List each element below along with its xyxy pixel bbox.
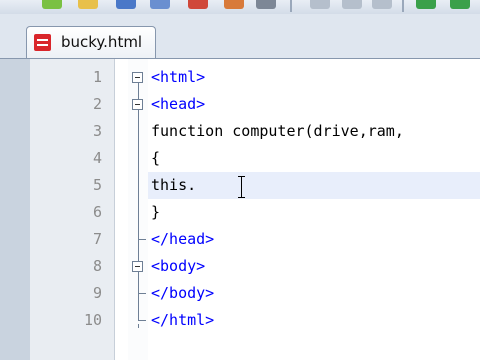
copy-icon[interactable]: [342, 0, 362, 9]
line-number: 2: [92, 95, 102, 113]
toolbar: [0, 0, 480, 15]
tab-bar: bucky.html: [0, 14, 480, 59]
code-line[interactable]: <head>: [151, 91, 205, 118]
line-number: 4: [92, 149, 102, 167]
fold-line: [138, 324, 139, 328]
code-line[interactable]: this.: [151, 172, 196, 199]
fold-toggle-html[interactable]: [132, 72, 143, 83]
line-number: 8: [92, 257, 102, 275]
fold-end-marker: [138, 320, 146, 321]
fold-end-marker: [138, 293, 146, 294]
open-file-icon[interactable]: [78, 0, 98, 9]
save-icon[interactable]: [116, 0, 136, 9]
fold-toggle-head[interactable]: [132, 99, 143, 110]
code-line[interactable]: </head>: [151, 226, 214, 253]
close-all-icon[interactable]: [224, 0, 244, 9]
code-line[interactable]: </body>: [151, 280, 214, 307]
code-line[interactable]: <body>: [151, 253, 205, 280]
line-number: 5: [92, 176, 102, 194]
print-icon[interactable]: [256, 0, 276, 9]
save-all-icon[interactable]: [150, 0, 170, 9]
code-line[interactable]: function computer(drive,ram,: [151, 118, 404, 145]
new-file-icon[interactable]: [42, 0, 62, 9]
line-number: 7: [92, 230, 102, 248]
line-number: 1: [92, 68, 102, 86]
redo-icon[interactable]: [450, 0, 470, 9]
code-editor[interactable]: 1 2 3 4 5 6 7 8 9 10 <html> <head> funct…: [30, 59, 480, 360]
tab-label: bucky.html: [61, 33, 143, 51]
undo-icon[interactable]: [416, 0, 436, 9]
text-cursor-icon: [237, 176, 246, 198]
code-line[interactable]: }: [151, 199, 160, 226]
code-line[interactable]: <html>: [151, 64, 205, 91]
tab-bucky-html[interactable]: bucky.html: [26, 26, 156, 58]
line-number: 3: [92, 122, 102, 140]
fold-line: [138, 83, 139, 320]
fold-end-marker: [138, 239, 146, 240]
code-line[interactable]: {: [151, 145, 160, 172]
cut-icon[interactable]: [310, 0, 330, 9]
toolbar-separator: [402, 0, 404, 12]
fold-toggle-body[interactable]: [132, 261, 143, 272]
code-line[interactable]: </html>: [151, 307, 214, 334]
file-saved-icon: [34, 34, 51, 51]
close-icon[interactable]: [188, 0, 208, 9]
toolbar-separator: [290, 0, 292, 12]
line-number: 6: [92, 203, 102, 221]
line-number: 10: [83, 311, 102, 329]
current-line-highlight: [148, 172, 480, 199]
line-number: 9: [92, 284, 102, 302]
paste-icon[interactable]: [372, 0, 392, 9]
